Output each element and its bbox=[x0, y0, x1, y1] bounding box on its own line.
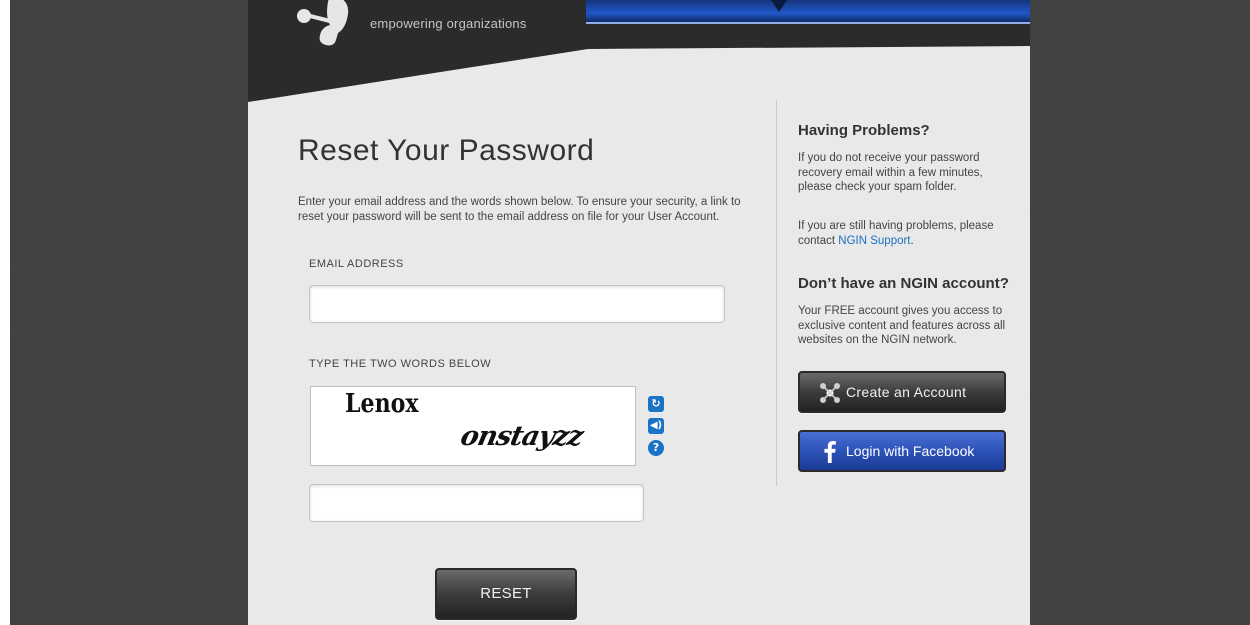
facebook-icon bbox=[824, 440, 836, 463]
support-text: If you are still having problems, please… bbox=[798, 219, 1013, 248]
intro-text: Enter your email address and the words s… bbox=[298, 196, 741, 223]
help-icon[interactable]: ? bbox=[648, 440, 664, 456]
captcha-field[interactable] bbox=[309, 484, 644, 522]
facebook-login-button[interactable]: Login with Facebook bbox=[798, 430, 1006, 472]
captcha-label: TYPE THE TWO WORDS BELOW bbox=[309, 358, 492, 370]
no-account-heading: Don’t have an NGIN account? bbox=[798, 275, 1009, 292]
captcha-image: Lenox onstayzz bbox=[310, 386, 636, 466]
left-edge-strip bbox=[0, 0, 10, 625]
captcha-word-1: Lenox bbox=[345, 389, 419, 419]
account-text: Your FREE account gives you access to ex… bbox=[798, 305, 1006, 346]
support-text-suffix: . bbox=[910, 234, 914, 247]
speaker-icon[interactable]: ◀) bbox=[648, 418, 664, 434]
tagline: empowering organizations bbox=[370, 16, 527, 31]
having-problems-heading: Having Problems? bbox=[798, 122, 930, 139]
email-label: EMAIL ADDRESS bbox=[309, 258, 404, 270]
ngin-support-link[interactable]: NGIN Support bbox=[838, 235, 910, 247]
network-icon bbox=[820, 383, 840, 403]
email-field[interactable] bbox=[309, 285, 725, 323]
create-account-button[interactable]: Create an Account bbox=[798, 371, 1006, 413]
column-divider bbox=[776, 100, 777, 486]
main-panel: empowering organizations Reset Your Pass… bbox=[248, 0, 1030, 625]
create-account-label: Create an Account bbox=[846, 384, 967, 400]
page-title: Reset Your Password bbox=[298, 134, 595, 167]
captcha-word-2: onstayzz bbox=[457, 421, 586, 452]
problems-text: If you do not receive your password reco… bbox=[798, 152, 983, 193]
facebook-login-label: Login with Facebook bbox=[846, 443, 975, 459]
reset-password-button[interactable]: RESET PASSWORD bbox=[435, 568, 577, 620]
ngin-logo bbox=[297, 0, 349, 46]
header-banner bbox=[586, 0, 1030, 24]
refresh-icon[interactable]: ↻ bbox=[648, 396, 664, 412]
